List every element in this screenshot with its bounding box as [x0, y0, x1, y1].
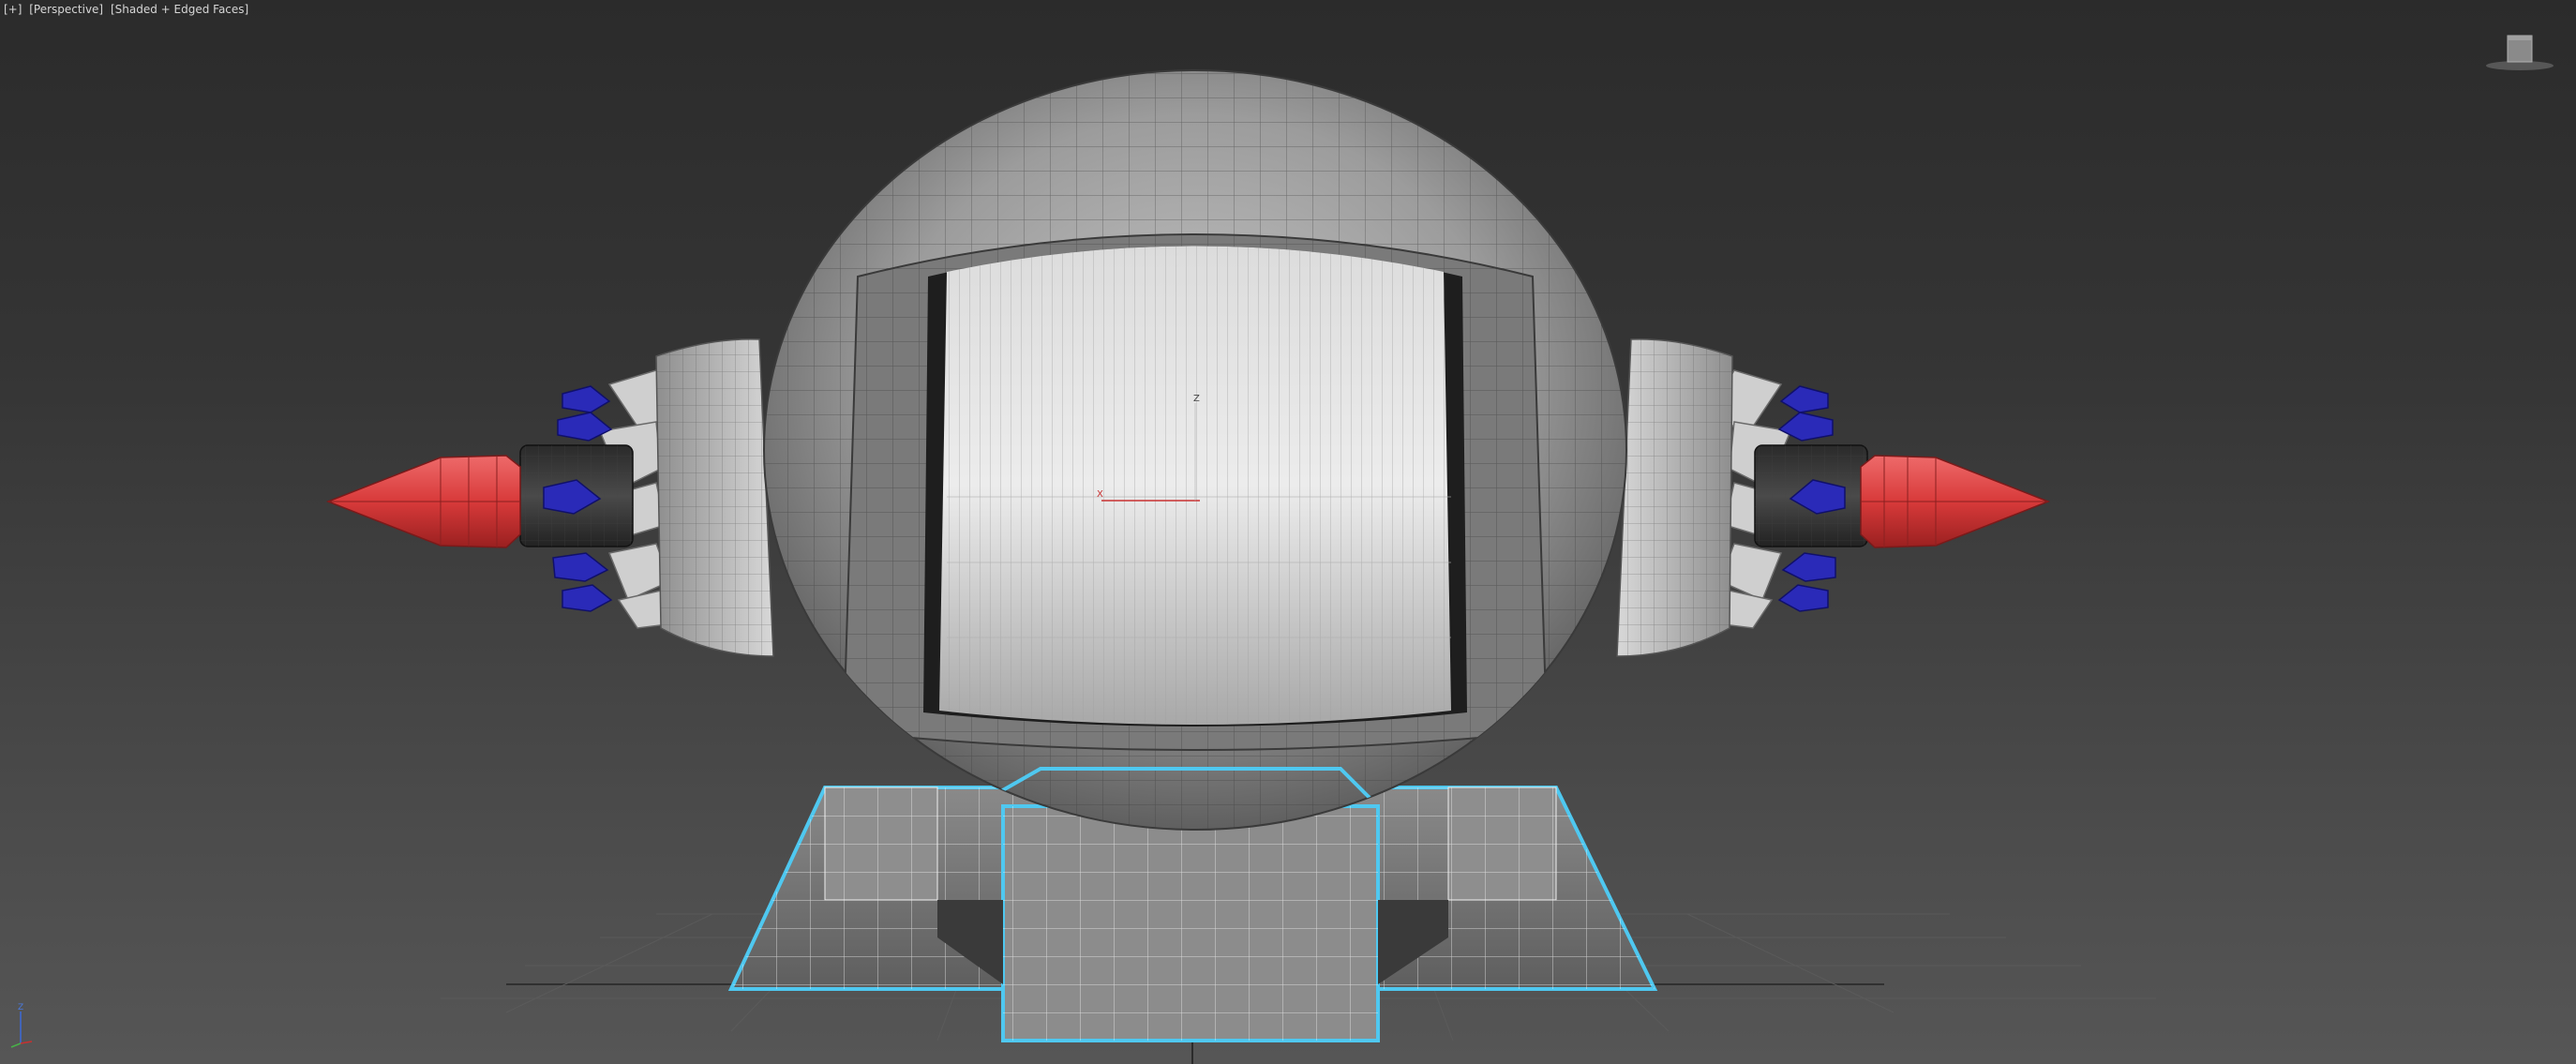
scene-render[interactable]: X Z [0, 0, 2576, 1064]
gizmo-z-label: Z [1193, 394, 1200, 404]
viewcube-icon[interactable] [2482, 28, 2557, 75]
main-sphere[interactable] [750, 66, 1650, 834]
axis-tripod-icon: Z [7, 998, 45, 1050]
gizmo-x-label: X [1097, 489, 1103, 500]
perspective-viewport[interactable]: [+] [Perspective] [Shaded + Edged Faces] [0, 0, 2576, 1064]
tripod-z-label: Z [18, 1003, 23, 1012]
